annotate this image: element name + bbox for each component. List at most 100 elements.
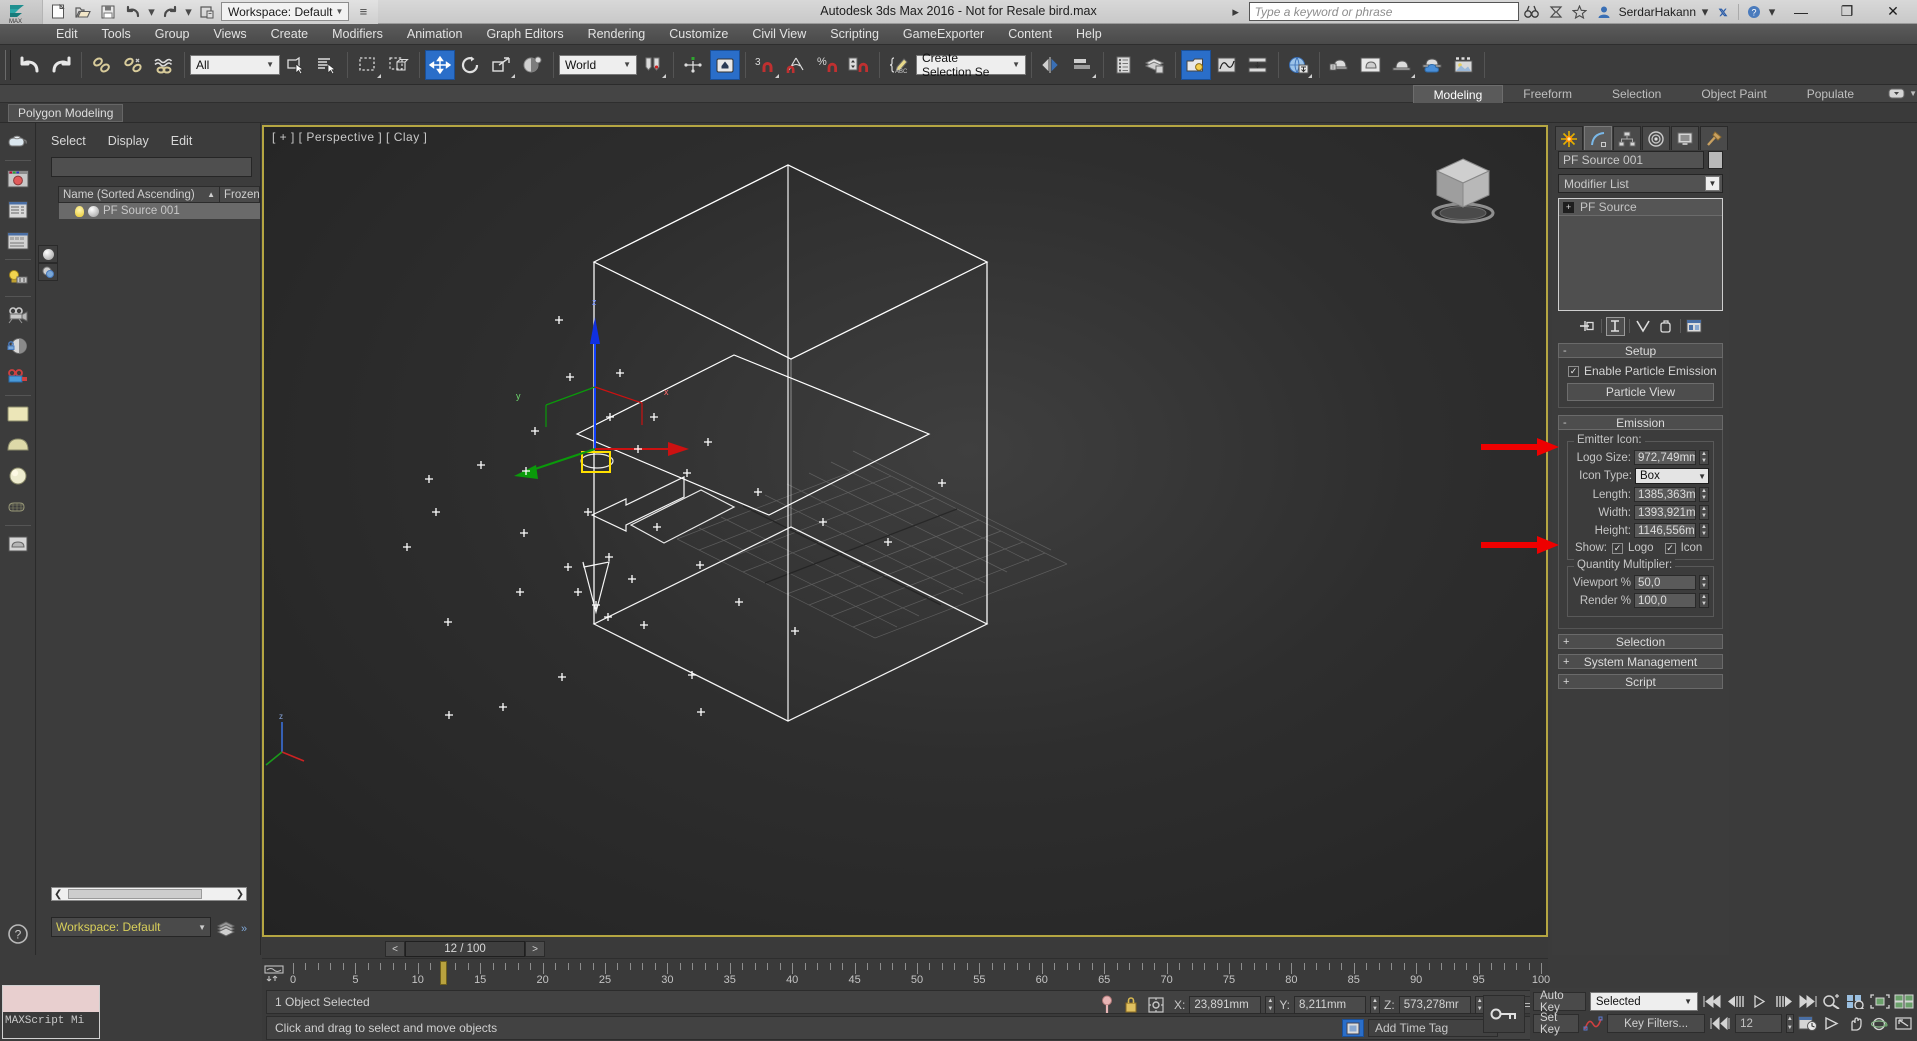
pan-play-icon[interactable] [1822,1014,1842,1033]
setup-rollout-header[interactable]: - Setup [1558,343,1723,358]
snaps-toggle-button[interactable]: 3 [751,50,781,80]
named-selection-combo[interactable]: Create Selection Se ▼ [916,51,1026,79]
collapse-icon[interactable]: - [1563,345,1567,357]
subscription-icon[interactable] [1545,2,1567,22]
x-coordinate-field[interactable]: 23,891mm [1189,996,1262,1014]
set-key-button[interactable]: Set Key [1533,1012,1579,1036]
length-spinner[interactable]: ▲ ▼ [1699,487,1709,502]
current-frame-spinner[interactable]: ▲ ▼ [1785,1014,1794,1033]
menu-item-group[interactable]: Group [143,24,202,45]
select-and-move-button[interactable] [425,49,455,80]
object-name-field[interactable]: PF Source 001 [1558,151,1704,169]
key-mode-toggle-button[interactable] [1483,995,1525,1033]
scene-explorer-button[interactable] [1140,50,1170,80]
render-in-cloud-button[interactable] [1418,50,1448,80]
play-animation-icon[interactable] [1750,992,1770,1011]
show-logo-checkbox[interactable]: ✓ [1611,542,1623,554]
display-all-toggle-icon[interactable] [38,245,58,263]
system-management-rollout-header[interactable]: + System Management [1558,654,1723,669]
layers-icon[interactable] [217,921,235,937]
rendered-frame-window-button[interactable] [1356,50,1386,80]
z-coordinate-field[interactable]: 573,278mr [1398,996,1471,1014]
select-object-button[interactable] [281,50,311,80]
max-logo[interactable]: MAX [0,0,42,24]
viewport-percent-field[interactable]: 50,0 [1634,575,1696,590]
zoom-region-icon[interactable] [1822,992,1842,1011]
previous-frame-icon[interactable] [1726,992,1746,1011]
modify-tab[interactable] [1584,126,1612,150]
binoculars-icon[interactable] [1521,2,1543,22]
qat-overflow-icon[interactable]: ≡ [352,2,374,22]
camera-sphere-icon[interactable] [3,331,33,361]
scene-explorer-menu-edit[interactable]: Edit [171,134,193,148]
use-selection-center-button[interactable] [679,50,709,80]
menu-item-civil-view[interactable]: Civil View [740,24,818,45]
menu-item-animation[interactable]: Animation [395,24,475,45]
selection-rollout-header[interactable]: + Selection [1558,634,1723,649]
modifier-stack[interactable]: + PF Source [1558,198,1723,311]
help-icon[interactable]: ? [1743,2,1765,22]
favorites-star-icon[interactable] [1569,2,1591,22]
search-input[interactable]: Type a keyword or phrase [1248,2,1519,21]
light-setup-icon[interactable] [3,263,33,293]
orbit-icon[interactable] [1870,1014,1890,1033]
menu-item-tools[interactable]: Tools [90,24,143,45]
user-avatar-icon[interactable] [1593,2,1615,22]
open-mini-curve-editor-icon[interactable] [264,964,284,984]
help-dropdown-icon[interactable]: ▾ [1767,2,1777,22]
object-color-swatch[interactable] [1708,151,1723,169]
render-percent-spinner[interactable]: ▲ ▼ [1699,593,1709,608]
workspace-status-combo[interactable]: Workspace: Default ▼ [51,917,211,937]
material-panel-icon[interactable] [3,226,33,256]
render-frame-window-toggle-button[interactable] [1449,50,1479,80]
add-time-tag-button[interactable]: Add Time Tag [1368,1019,1498,1037]
select-and-link-button[interactable] [87,50,117,80]
user-dropdown-icon[interactable]: ▾ [1700,2,1710,22]
expand-more-icon[interactable]: » [241,923,247,935]
menu-item-views[interactable]: Views [201,24,258,45]
angle-snap-toggle-button[interactable] [782,50,812,80]
stereo-camera-icon[interactable] [3,362,33,392]
key-mode-combo[interactable]: Selected ▼ [1589,992,1699,1011]
flat-material-preview-icon[interactable] [3,399,33,429]
zoom-all-icon[interactable] [1846,992,1866,1011]
menu-item-help[interactable]: Help [1064,24,1114,45]
menu-item-scripting[interactable]: Scripting [818,24,891,45]
time-tag-icon[interactable] [1342,1019,1364,1037]
current-frame-field[interactable]: 12 [1735,1014,1782,1033]
menu-item-edit[interactable]: Edit [44,24,90,45]
previous-next-key-icon[interactable] [1709,1014,1731,1033]
previous-frame-button[interactable]: < [385,941,405,957]
selection-filter-combo[interactable]: All ▼ [190,54,280,75]
y-coordinate-field[interactable]: 8,211mm [1294,996,1367,1014]
enable-particle-emission-row[interactable]: ✓ Enable Particle Emission [1568,364,1718,378]
scene-explorer-search-input[interactable]: ✕ » [51,157,299,177]
length-field[interactable]: 1385,363mr [1634,487,1696,502]
show-icon-checkbox[interactable]: ✓ [1664,542,1676,554]
pan-view-icon[interactable] [1846,1014,1866,1033]
pin-stack-status-icon[interactable] [1100,995,1114,1015]
rectangular-selection-region-button[interactable] [353,50,383,80]
use-pivot-point-center-button[interactable] [638,50,668,80]
utilities-tab[interactable] [1700,126,1728,150]
next-frame-icon[interactable] [1774,992,1794,1011]
maxscript-input-line[interactable] [3,986,99,1012]
script-rollout-header[interactable]: + Script [1558,674,1723,689]
scroll-left-icon[interactable]: ❮ [54,889,62,900]
modifier-list-combo[interactable]: Modifier List ▼ [1558,174,1723,193]
scrollbar-thumb[interactable] [68,889,202,899]
mirror-button[interactable] [1037,50,1067,80]
redo-dropdown-icon[interactable]: ▾ [184,2,193,22]
ribbon-overflow-icon[interactable]: ▼ [1888,88,1917,99]
unlink-selection-button[interactable] [118,50,148,80]
list-item[interactable]: PF Source 001 [59,203,260,219]
render-setup-button[interactable] [1325,50,1355,80]
next-frame-button[interactable]: > [525,941,545,957]
toolbar-grip[interactable] [5,49,11,80]
undo-icon[interactable] [122,2,144,22]
perspective-viewport[interactable]: [ + ] [ Perspective ] [ Clay ] y x z z [262,125,1548,937]
render-percent-field[interactable]: 100,0 [1634,593,1696,608]
display-tab[interactable] [1671,126,1699,150]
time-slider[interactable]: < 12 / 100 > [385,941,545,957]
wireframe-teapot-icon[interactable] [3,492,33,522]
